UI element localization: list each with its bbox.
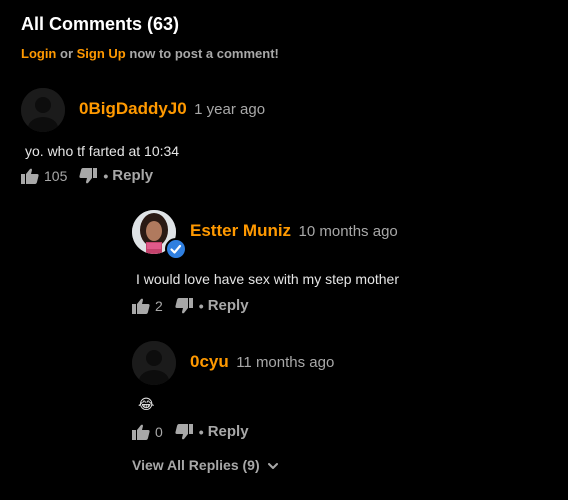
comment: 0cyu 11 months ago 😂 0 • Reply bbox=[132, 341, 552, 446]
separator-dot: • bbox=[103, 167, 109, 184]
post-prompt-text: now to post a comment! bbox=[129, 46, 279, 61]
like-count: 2 bbox=[155, 297, 163, 314]
comment-time: 10 months ago bbox=[298, 223, 398, 240]
comment: Estter Muniz 10 months ago I would love … bbox=[132, 210, 552, 320]
thumbs-down-icon[interactable] bbox=[175, 297, 193, 314]
reply-button[interactable]: Reply bbox=[208, 297, 249, 314]
verified-badge-icon bbox=[165, 238, 187, 260]
reply-button[interactable]: Reply bbox=[208, 423, 249, 440]
login-prompt: Login or Sign Up now to post a comment! bbox=[21, 46, 279, 61]
author-line: Estter Muniz 10 months ago bbox=[190, 221, 398, 241]
comment-author[interactable]: 0BigDaddyJ0 bbox=[79, 99, 187, 118]
avatar[interactable] bbox=[132, 341, 176, 385]
default-avatar-icon bbox=[21, 88, 65, 132]
login-link[interactable]: Login bbox=[21, 46, 56, 61]
thumbs-up-icon[interactable] bbox=[21, 168, 39, 184]
comment-time: 1 year ago bbox=[194, 101, 266, 118]
comment-actions: 105 • Reply bbox=[21, 167, 153, 184]
laughing-emoji-icon: 😂 bbox=[138, 396, 155, 412]
comment-text: yo. who tf farted at 10:34 bbox=[25, 143, 180, 159]
comment-author[interactable]: 0cyu bbox=[190, 352, 229, 371]
view-all-replies-button[interactable]: View All Replies (9) bbox=[132, 457, 278, 473]
author-line: 0cyu 11 months ago bbox=[190, 352, 334, 372]
avatar[interactable] bbox=[21, 88, 65, 132]
comment-author[interactable]: Estter Muniz bbox=[190, 221, 291, 240]
reply-button[interactable]: Reply bbox=[112, 167, 153, 184]
like-count: 105 bbox=[44, 167, 68, 184]
comment: 0BigDaddyJ0 1 year ago yo. who tf farted… bbox=[21, 88, 541, 188]
chevron-down-icon bbox=[267, 463, 278, 469]
comments-title: All Comments (63) bbox=[21, 14, 180, 34]
like-count: 0 bbox=[155, 423, 163, 440]
or-text: or bbox=[60, 46, 74, 61]
author-line: 0BigDaddyJ0 1 year ago bbox=[79, 99, 265, 119]
thumbs-down-icon[interactable] bbox=[79, 167, 98, 184]
comment-time: 11 months ago bbox=[236, 354, 335, 371]
comment-text: I would love have sex with my step mothe… bbox=[136, 271, 400, 287]
comment-actions: 2 • Reply bbox=[132, 297, 249, 314]
default-avatar-icon bbox=[132, 341, 176, 385]
thumbs-down-icon[interactable] bbox=[175, 423, 193, 440]
view-replies-label: View All Replies (9) bbox=[132, 457, 260, 473]
separator-dot: • bbox=[198, 297, 204, 314]
comment-actions: 0 • Reply bbox=[132, 423, 249, 440]
separator-dot: • bbox=[198, 423, 204, 440]
signup-link[interactable]: Sign Up bbox=[77, 46, 126, 61]
thumbs-up-icon[interactable] bbox=[132, 424, 150, 440]
thumbs-up-icon[interactable] bbox=[132, 298, 150, 314]
